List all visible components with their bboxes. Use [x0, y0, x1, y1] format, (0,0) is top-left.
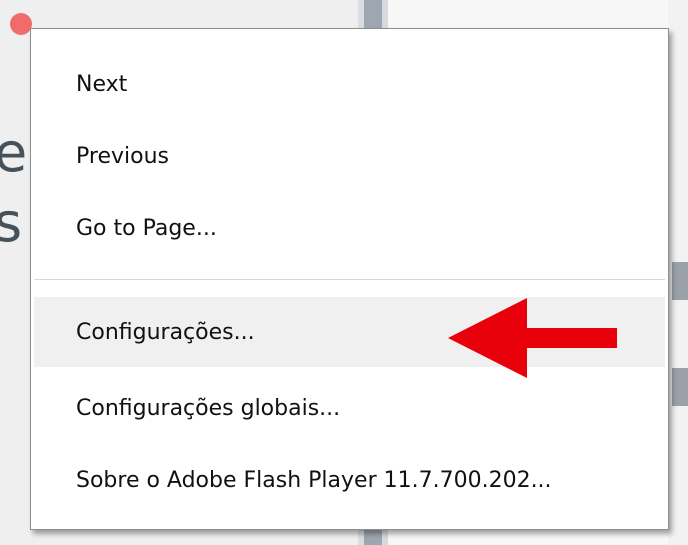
menu-item-go-to-page[interactable]: Go to Page... — [34, 193, 665, 263]
background-scroll-block — [672, 262, 688, 300]
menu-item-about-flash-player[interactable]: Sobre o Adobe Flash Player 11.7.700.202.… — [34, 445, 665, 515]
background-partial-text: e — [0, 121, 28, 184]
red-status-dot-icon — [10, 13, 32, 35]
background-partial-text: s — [0, 191, 23, 254]
context-menu: Next Previous Go to Page... Configuraçõe… — [30, 28, 669, 530]
background-scroll-block — [672, 368, 688, 406]
menu-separator — [34, 279, 665, 280]
menu-item-next[interactable]: Next — [34, 49, 665, 119]
red-left-arrow-icon — [448, 298, 617, 378]
menu-item-previous[interactable]: Previous — [34, 121, 665, 191]
menu-item-configuracoes-globais[interactable]: Configurações globais... — [34, 373, 665, 443]
